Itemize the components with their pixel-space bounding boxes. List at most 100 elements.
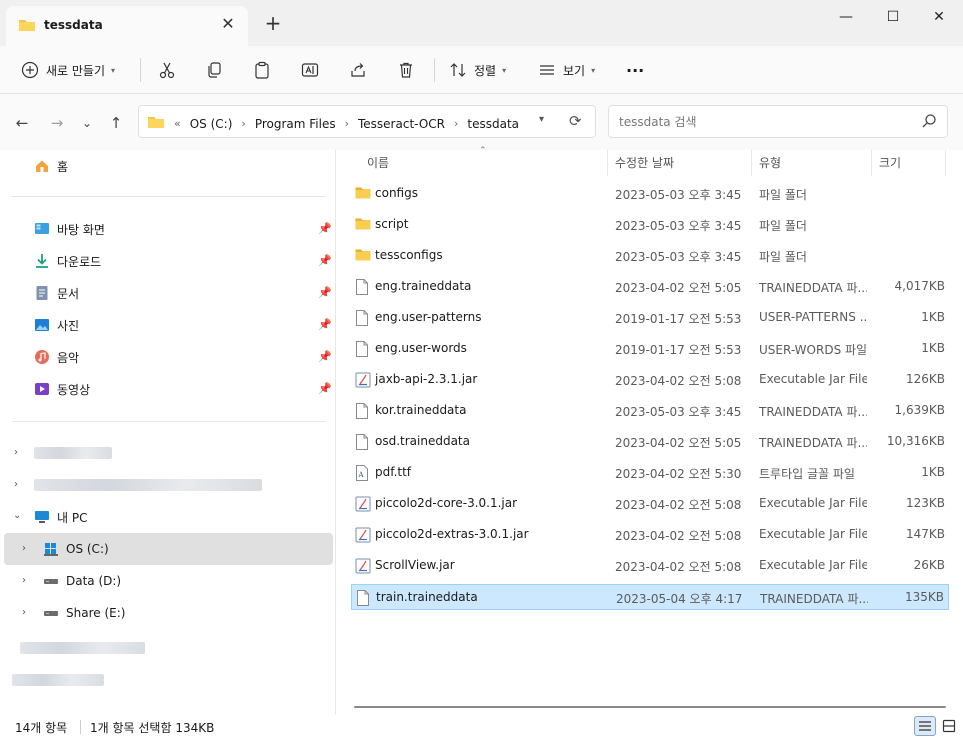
breadcrumb-tesseract-ocr[interactable]: Tesseract-OCR bbox=[358, 117, 445, 131]
copy-button[interactable] bbox=[204, 54, 224, 86]
column-header-type[interactable]: 유형 bbox=[759, 152, 781, 174]
sidebar-item-label: Data (D:) bbox=[66, 574, 122, 588]
sidebar-item-videos[interactable]: 동영상 📌 bbox=[0, 373, 333, 405]
file-row[interactable]: ScrollView.jar 2023-04-02 오전 5:08 Executab… bbox=[351, 553, 949, 579]
chevron-right-icon[interactable]: › bbox=[22, 607, 26, 618]
file-row[interactable]: configs 2023-05-03 오후 3:45 파일 폴더 bbox=[351, 181, 949, 207]
pin-icon[interactable]: 📌 bbox=[318, 286, 332, 299]
file-row[interactable]: eng.user-words 2019-01-17 오전 5:53 USER-WOR… bbox=[351, 336, 949, 362]
file-row[interactable]: Apdf.ttf 2023-04-02 오전 5:30 트루타입 글꼴 파일 1KB bbox=[351, 460, 949, 486]
file-row[interactable]: eng.traineddata 2023-04-02 오전 5:05 TRAINED… bbox=[351, 274, 949, 300]
sidebar-item-os-c[interactable]: › OS (C:) bbox=[4, 533, 333, 565]
breadcrumb-overflow[interactable]: « bbox=[174, 117, 181, 130]
search-input[interactable] bbox=[619, 113, 909, 131]
minimize-button[interactable]: — bbox=[823, 4, 869, 30]
column-header-size[interactable]: 크기 bbox=[879, 152, 901, 174]
file-row[interactable]: eng.user-patterns 2019-01-17 오전 5:53 USER-… bbox=[351, 305, 949, 331]
more-options-button[interactable]: ··· bbox=[626, 54, 644, 86]
pin-icon[interactable]: 📌 bbox=[318, 382, 332, 395]
view-button[interactable]: 보기 ▾ bbox=[537, 54, 595, 86]
file-name: ScrollView.jar bbox=[375, 558, 455, 572]
sidebar-item-redacted[interactable]: › bbox=[0, 437, 333, 469]
new-tab-button[interactable]: + bbox=[262, 12, 284, 34]
sidebar-item-documents[interactable]: 문서 📌 bbox=[0, 277, 333, 309]
file-type: 파일 폴더 bbox=[759, 250, 807, 264]
up-button[interactable]: ↑ bbox=[105, 112, 127, 134]
file-row[interactable]: kor.traineddata 2023-05-03 오후 3:45 TRAINED… bbox=[351, 398, 949, 424]
sidebar-item-downloads[interactable]: 다운로드 📌 bbox=[0, 245, 333, 277]
sidebar-item-home[interactable]: 홈 bbox=[0, 150, 333, 182]
file-row[interactable]: script 2023-05-03 오후 3:45 파일 폴더 bbox=[351, 212, 949, 238]
sidebar-item-redacted[interactable]: › bbox=[0, 469, 333, 501]
sort-button[interactable]: 정렬 ▾ bbox=[448, 54, 506, 86]
column-divider[interactable] bbox=[871, 150, 872, 176]
column-header-name[interactable]: 이름 bbox=[367, 152, 389, 174]
file-row[interactable]: piccolo2d-core-3.0.1.jar 2023-04-02 오전 5:… bbox=[351, 491, 949, 517]
sidebar-item-pictures[interactable]: 사진 📌 bbox=[0, 309, 333, 341]
column-divider[interactable] bbox=[751, 150, 752, 176]
new-button[interactable]: 새로 만들기 ▾ bbox=[20, 54, 115, 86]
column-header-date[interactable]: 수정한 날짜 bbox=[615, 152, 674, 174]
share-button[interactable] bbox=[348, 54, 368, 86]
file-row[interactable]: piccolo2d-extras-3.0.1.jar 2023-04-02 오전 … bbox=[351, 522, 949, 548]
breadcrumb-os-c[interactable]: OS (C:) bbox=[190, 117, 233, 131]
pin-icon[interactable]: 📌 bbox=[318, 350, 332, 363]
file-row[interactable]: jaxb-api-2.3.1.jar 2023-04-02 오전 5:08 Exec… bbox=[351, 367, 949, 393]
tab-tessdata[interactable]: tessdata ✕ bbox=[6, 6, 248, 46]
paste-button[interactable] bbox=[252, 54, 272, 86]
file-type: Executable Jar File bbox=[759, 496, 867, 510]
file-icon bbox=[355, 341, 371, 357]
file-row[interactable]: osd.traineddata 2023-04-02 오전 5:05 TRAINED… bbox=[351, 429, 949, 455]
chevron-right-icon[interactable]: › bbox=[22, 575, 26, 586]
download-icon bbox=[34, 253, 50, 269]
file-row[interactable]: train.traineddata 2023-05-04 오후 4:17 TRAIN… bbox=[351, 584, 949, 610]
breadcrumb-tessdata[interactable]: tessdata bbox=[467, 117, 519, 131]
sidebar-item-share-e[interactable]: › Share (E:) bbox=[0, 597, 333, 629]
address-bar[interactable]: « OS (C:) › Program Files › Tesseract-OC… bbox=[138, 105, 596, 138]
details-view-button[interactable] bbox=[914, 716, 936, 736]
sidebar-item-data-d[interactable]: › Data (D:) bbox=[0, 565, 333, 597]
sidebar-item-this-pc[interactable]: ⌄ 내 PC bbox=[0, 501, 333, 533]
sidebar-item-redacted[interactable] bbox=[0, 664, 333, 696]
address-history-chevron-icon[interactable]: ▾ bbox=[539, 114, 544, 125]
column-divider[interactable] bbox=[607, 150, 608, 176]
forward-button[interactable]: → bbox=[46, 112, 68, 134]
sidebar-item-desktop[interactable]: 바탕 화면 📌 bbox=[0, 213, 333, 245]
file-date: 2023-05-03 오후 3:45 bbox=[615, 250, 742, 264]
search-icon[interactable] bbox=[921, 113, 937, 132]
close-tab-icon[interactable]: ✕ bbox=[218, 14, 238, 34]
file-name: configs bbox=[375, 186, 418, 200]
pin-icon[interactable]: 📌 bbox=[318, 318, 332, 331]
file-date: 2023-04-02 오전 5:30 bbox=[615, 467, 742, 481]
recent-locations-button[interactable]: ⌄ bbox=[76, 112, 98, 134]
chevron-right-icon[interactable]: › bbox=[241, 117, 245, 130]
chevron-right-icon[interactable]: › bbox=[14, 479, 18, 490]
chevron-right-icon[interactable]: › bbox=[14, 447, 18, 458]
breadcrumb: « OS (C:) › Program Files › Tesseract-OC… bbox=[147, 115, 519, 132]
file-name: jaxb-api-2.3.1.jar bbox=[375, 372, 478, 386]
view-label: 보기 bbox=[563, 63, 586, 78]
back-button[interactable]: ← bbox=[11, 112, 33, 134]
tiles-view-button[interactable] bbox=[938, 716, 960, 736]
breadcrumb-program-files[interactable]: Program Files bbox=[255, 117, 336, 131]
sidebar-item-redacted[interactable] bbox=[0, 632, 333, 664]
sidebar-divider bbox=[12, 196, 325, 197]
sidebar-item-music[interactable]: 음악 📌 bbox=[0, 341, 333, 373]
refresh-icon[interactable]: ⟳ bbox=[569, 112, 582, 130]
chevron-down-icon[interactable]: ⌄ bbox=[13, 510, 21, 521]
chevron-right-icon[interactable]: › bbox=[345, 117, 349, 130]
pin-icon[interactable]: 📌 bbox=[318, 254, 332, 267]
column-divider[interactable] bbox=[945, 150, 946, 176]
rename-button[interactable] bbox=[300, 54, 320, 86]
pin-icon[interactable]: 📌 bbox=[318, 222, 332, 235]
chevron-right-icon[interactable]: › bbox=[454, 117, 458, 130]
search-box[interactable] bbox=[608, 105, 948, 138]
close-window-button[interactable]: ✕ bbox=[916, 4, 962, 30]
file-row[interactable]: tessconfigs 2023-05-03 오후 3:45 파일 폴더 bbox=[351, 243, 949, 269]
delete-button[interactable] bbox=[396, 54, 416, 86]
maximize-button[interactable]: ☐ bbox=[870, 4, 916, 30]
horizontal-scrollbar[interactable] bbox=[354, 706, 946, 708]
cut-button[interactable] bbox=[157, 54, 177, 86]
chevron-right-icon[interactable]: › bbox=[22, 543, 26, 554]
jar-file-icon bbox=[355, 372, 371, 388]
